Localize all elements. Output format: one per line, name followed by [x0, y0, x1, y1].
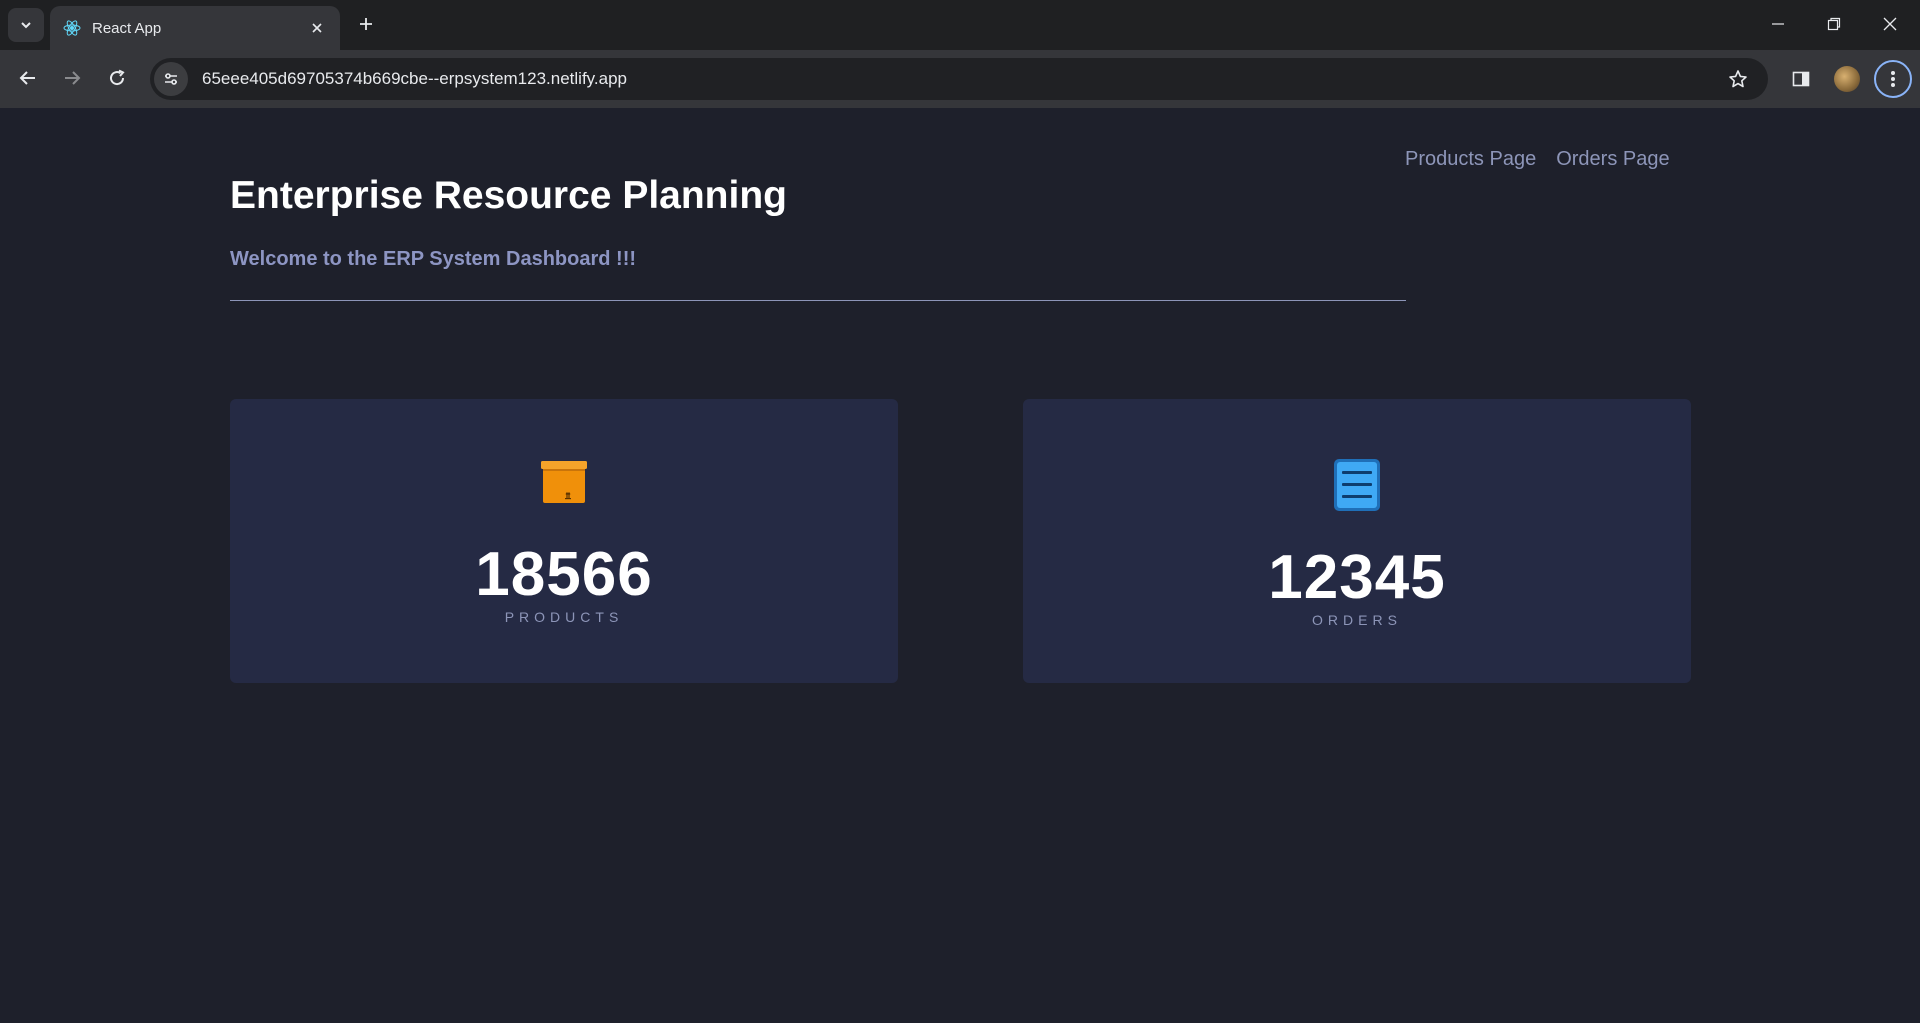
- new-tab-button[interactable]: [352, 10, 380, 38]
- restore-button[interactable]: [1806, 6, 1862, 42]
- browser-toolbar: 65eee405d69705374b669cbe--erpsystem123.n…: [0, 50, 1920, 108]
- arrow-left-icon: [19, 71, 35, 85]
- close-icon: [1883, 17, 1897, 31]
- minimize-icon: [1772, 23, 1784, 25]
- browser-tab-bar: React App: [0, 0, 1920, 50]
- products-page-link[interactable]: Products Page: [1405, 148, 1536, 171]
- page-content: Products Page Orders Page Enterprise Res…: [0, 108, 1920, 1023]
- restore-icon: [1827, 17, 1841, 31]
- products-count: 18566: [475, 540, 653, 609]
- bookmark-button[interactable]: [1720, 61, 1756, 97]
- browser-menu-button[interactable]: [1874, 60, 1912, 98]
- forward-button[interactable]: [54, 60, 90, 96]
- close-tab-icon[interactable]: [306, 17, 328, 39]
- arrow-right-icon: [65, 71, 81, 85]
- document-icon: [1334, 459, 1380, 511]
- side-panel-icon: [1792, 71, 1810, 87]
- reload-button[interactable]: [99, 60, 135, 96]
- star-icon: [1729, 70, 1747, 88]
- side-panel-button[interactable]: [1782, 60, 1820, 98]
- site-info-button[interactable]: [154, 62, 188, 96]
- plus-icon: [360, 18, 372, 30]
- browser-tab[interactable]: React App: [50, 6, 340, 50]
- tab-search-button[interactable]: [8, 8, 44, 42]
- orders-label: ORDERS: [1312, 612, 1402, 628]
- page-subtitle: Welcome to the ERP System Dashboard !!!: [230, 248, 637, 270]
- react-logo-icon: [62, 18, 82, 38]
- orders-count: 12345: [1268, 543, 1446, 612]
- tune-icon: [165, 73, 177, 85]
- reload-icon: [110, 69, 125, 86]
- avatar: [1834, 66, 1860, 92]
- url-text[interactable]: 65eee405d69705374b669cbe--erpsystem123.n…: [202, 69, 1720, 89]
- orders-page-link[interactable]: Orders Page: [1556, 148, 1669, 171]
- minimize-button[interactable]: [1750, 6, 1806, 42]
- address-bar[interactable]: 65eee405d69705374b669cbe--erpsystem123.n…: [150, 58, 1768, 100]
- page-title: Enterprise Resource Planning: [230, 174, 787, 217]
- products-stat-card: 18566 PRODUCTS: [230, 399, 898, 683]
- tab-title: React App: [92, 19, 162, 37]
- back-button[interactable]: [10, 60, 46, 96]
- chevron-down-icon: [21, 22, 31, 29]
- top-navigation: Products Page Orders Page: [1405, 148, 1670, 171]
- profile-button[interactable]: [1828, 60, 1866, 98]
- more-vertical-icon: [1891, 71, 1895, 87]
- header-divider: [230, 300, 1406, 301]
- package-icon: [541, 461, 587, 503]
- products-label: PRODUCTS: [504, 609, 624, 625]
- close-window-button[interactable]: [1862, 6, 1918, 42]
- orders-stat-card: 12345 ORDERS: [1023, 399, 1691, 683]
